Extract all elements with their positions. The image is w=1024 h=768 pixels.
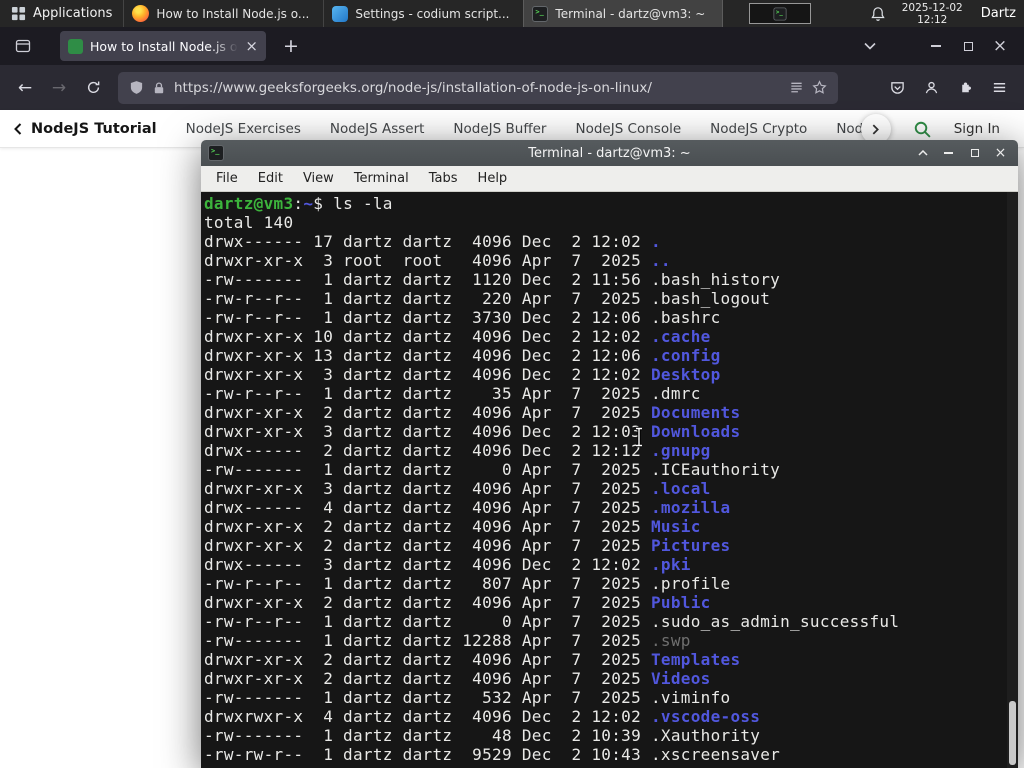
applications-label: Applications — [33, 6, 113, 21]
account-icon — [925, 81, 937, 94]
terminal-scrollbar[interactable] — [1007, 192, 1018, 768]
terminal-titlebar[interactable]: >_ Terminal - dartz@vm3: ~ × — [201, 140, 1018, 166]
new-tab-button[interactable]: + — [276, 31, 306, 61]
chevron-up-icon — [917, 150, 928, 156]
window-maximize-button[interactable] — [964, 144, 985, 163]
reload-icon — [87, 81, 99, 94]
navigation-toolbar: ← → https://www.geeksforgeeks.org/node-j… — [0, 65, 1024, 110]
window-close-button[interactable]: × — [990, 144, 1011, 163]
taskbar-button-firefox[interactable]: How to Install Node.js o... — [123, 0, 323, 27]
extensions-puzzle-icon — [961, 82, 971, 93]
sign-in-button[interactable]: Sign In — [954, 121, 1000, 137]
site-search-icon[interactable] — [913, 120, 932, 139]
task-label: Terminal - dartz@vm3: ~ — [555, 6, 706, 21]
url-text[interactable]: https://www.geeksforgeeks.org/node-js/in… — [174, 80, 781, 96]
applications-icon — [11, 6, 26, 21]
window-close-button[interactable]: × — [984, 33, 1016, 59]
menu-button[interactable] — [982, 72, 1016, 104]
scrollbar-thumb[interactable] — [1009, 701, 1016, 765]
hamburger-menu-icon — [993, 83, 1005, 92]
terminal-mini-icon: >_ — [773, 6, 787, 21]
reader-mode-icon[interactable] — [789, 80, 804, 95]
nav-item-crypto[interactable]: NodeJS Crypto — [710, 121, 807, 137]
menu-file[interactable]: File — [207, 168, 247, 189]
panel-clock[interactable]: 2025-12-02 12:12 — [902, 2, 963, 26]
firefox-icon — [132, 5, 150, 22]
codium-icon — [332, 5, 349, 22]
terminal-window: >_ Terminal - dartz@vm3: ~ × File Edit V… — [201, 140, 1018, 768]
tab-title: How to Install Node.js on — [90, 38, 239, 54]
window-controls: × — [854, 33, 1016, 59]
terminal-menubar: File Edit View Terminal Tabs Help — [201, 166, 1018, 192]
menu-edit[interactable]: Edit — [249, 168, 292, 189]
pocket-button[interactable] — [880, 72, 914, 104]
maximize-icon — [970, 149, 979, 157]
pocket-icon — [890, 82, 904, 94]
tracking-shield-icon[interactable] — [129, 80, 144, 95]
taskbar-button-terminal[interactable]: >_ Terminal - dartz@vm3: ~ — [523, 0, 724, 27]
lock-icon[interactable] — [152, 81, 166, 95]
menu-terminal[interactable]: Terminal — [345, 168, 418, 189]
firefox-view-icon — [15, 39, 31, 53]
url-bar[interactable]: https://www.geeksforgeeks.org/node-js/in… — [118, 71, 838, 104]
menu-help[interactable]: Help — [469, 168, 517, 189]
terminal-icon: >_ — [532, 5, 549, 22]
nav-item-nodejs-tutorial[interactable]: NodeJS Tutorial — [31, 121, 157, 137]
window-shade-button[interactable] — [912, 144, 933, 163]
menu-view[interactable]: View — [294, 168, 343, 189]
list-all-tabs-icon[interactable] — [854, 33, 886, 59]
terminal-title: Terminal - dartz@vm3: ~ — [528, 145, 691, 161]
tab-close-icon[interactable]: × — [245, 38, 258, 54]
clock-time: 12:12 — [917, 13, 948, 26]
task-label: How to Install Node.js o... — [156, 6, 310, 21]
nav-item-exercises[interactable]: NodeJS Exercises — [186, 121, 301, 137]
tab-strip: How to Install Node.js on × + × — [0, 27, 1024, 65]
window-minimize-button[interactable] — [938, 144, 959, 163]
nav-item-assert[interactable]: NodeJS Assert — [330, 121, 425, 137]
desktop-screen: Applications How to Install Node.js o...… — [0, 0, 1024, 768]
extensions-button[interactable] — [948, 72, 982, 104]
maximize-icon — [963, 41, 973, 51]
nav-item-console[interactable]: NodeJS Console — [575, 121, 681, 137]
top-panel: Applications How to Install Node.js o...… — [0, 0, 1024, 27]
clock-date: 2025-12-02 — [901, 1, 963, 14]
active-tab[interactable]: How to Install Node.js on × — [60, 31, 266, 61]
minimize-icon — [944, 152, 953, 154]
minimize-icon — [931, 45, 941, 47]
window-maximize-button[interactable] — [952, 33, 984, 59]
chevron-right-icon — [872, 124, 880, 134]
window-minimize-button[interactable] — [920, 33, 952, 59]
mouse-cursor — [632, 426, 646, 452]
applications-menu-button[interactable]: Applications — [0, 0, 123, 27]
nav-item-buffer[interactable]: NodeJS Buffer — [453, 121, 546, 137]
notification-bell-icon[interactable] — [870, 6, 886, 22]
menu-tabs[interactable]: Tabs — [420, 168, 467, 189]
firefox-view-button[interactable] — [8, 31, 38, 61]
task-label: Settings - codium script... — [355, 6, 510, 21]
nav-scroll-left-icon[interactable] — [14, 122, 22, 135]
bookmark-star-icon[interactable] — [812, 80, 827, 95]
forward-button[interactable]: → — [42, 72, 76, 104]
terminal-output[interactable]: dartz@vm3:~$ ls -la total 140 drwx------ 1… — [201, 192, 1018, 768]
account-button[interactable] — [914, 72, 948, 104]
reload-button[interactable] — [76, 72, 110, 104]
terminal-window-controls: × — [912, 144, 1011, 163]
panel-user-label: Dartz — [980, 6, 1016, 21]
taskbar-button-codium[interactable]: Settings - codium script... — [323, 0, 523, 27]
back-button[interactable]: ← — [8, 72, 42, 104]
workspace-switcher[interactable]: >_ — [749, 3, 812, 24]
gfg-favicon — [68, 38, 83, 54]
